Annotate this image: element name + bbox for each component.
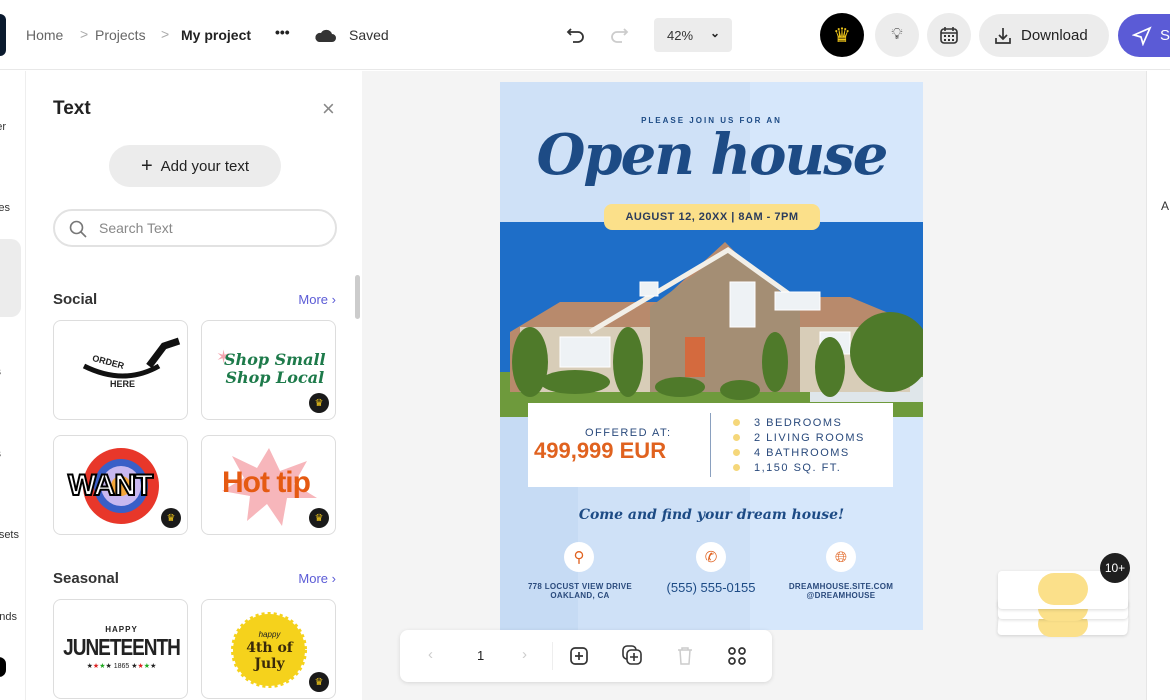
feature-item: 2 LIVING ROOMS (733, 431, 865, 446)
flyer-date-badge: AUGUST 12, 20XX | 8AM - 7PM (604, 204, 820, 230)
send-icon (1132, 25, 1152, 46)
lightbulb-icon: 💡︎ (891, 26, 903, 43)
juneteenth-stars: ★★★★ 1865 ★★★★ (86, 663, 157, 670)
zoom-value: 42% (667, 28, 694, 43)
house-photo (500, 222, 923, 417)
download-button[interactable]: Download (979, 14, 1109, 57)
download-icon (995, 27, 1011, 44)
section-title-social: Social (53, 291, 98, 308)
premium-badge: ♛ (309, 508, 329, 528)
left-rail: er es s s sets nds (0, 71, 26, 700)
breadcrumb-current: My project (181, 27, 252, 43)
rail-item[interactable]: er (0, 121, 6, 133)
more-social-link[interactable]: More › (298, 292, 336, 307)
download-label: Download (1021, 27, 1088, 44)
canvas-area: PLEASE JOIN US FOR AN Open house AUGUST … (362, 71, 1146, 700)
chevron-right-icon: > (80, 26, 89, 42)
juneteenth-happy: HAPPY (105, 625, 138, 634)
right-panel: A (1146, 71, 1170, 700)
premium-badge: ♛ (161, 508, 181, 528)
add-text-label: Add your text (160, 157, 250, 175)
section-title-seasonal: Seasonal (53, 570, 119, 587)
text-style-shop-small[interactable]: ✶ Shop Small Shop Local ♛ (201, 320, 336, 420)
bullet-icon (733, 449, 740, 456)
address: 778 LOCUST VIEW DRIVE OAKLAND, CA (527, 582, 633, 600)
undo-icon[interactable] (566, 26, 586, 44)
page-number: 1 (477, 648, 485, 663)
flyer-tagline: Come and find your dream house! (578, 507, 845, 523)
page-toolbar: ‹ 1 › (400, 630, 772, 682)
bullet-icon (733, 434, 740, 441)
text-style-juneteenth[interactable]: HAPPY JUNETEENTH ★★★★ 1865 ★★★★ (53, 599, 188, 699)
plus-icon: + (140, 154, 153, 177)
app-logo[interactable] (0, 14, 6, 56)
feature-item: 4 BATHROOMS (733, 446, 865, 461)
panel-title: Text (53, 98, 91, 119)
phone-number: (555) 555-0155 (666, 580, 756, 595)
ideas-button[interactable]: 💡︎ (875, 13, 919, 57)
share-label: S (1159, 27, 1170, 44)
details-box: OFFERED AT: 499,999 EUR 3 BEDROOMS 2 LIV… (528, 403, 893, 487)
crown-icon: ♛ (833, 24, 851, 47)
rail-item-text-active[interactable] (0, 239, 21, 317)
calendar-icon (940, 27, 958, 44)
chevron-down-icon: ⌄ (710, 26, 721, 40)
avatar[interactable] (0, 657, 6, 677)
rail-item[interactable]: s (0, 448, 1, 460)
text-style-hot-tip[interactable]: Hot tip ♛ (201, 435, 336, 535)
premium-button[interactable]: ♛ (820, 13, 864, 57)
price: 499,999 EUR (534, 438, 667, 463)
rail-item[interactable]: nds (0, 611, 17, 623)
close-icon[interactable]: × (322, 96, 335, 122)
right-panel-label: A (1161, 199, 1170, 213)
zoom-select[interactable]: 42% ⌄ (654, 18, 732, 52)
text-style-order-here[interactable]: ORDER HERE (53, 320, 188, 420)
share-button[interactable]: S (1118, 14, 1170, 57)
divider (710, 413, 711, 477)
grid-view-icon[interactable] (727, 646, 747, 666)
breadcrumb-projects[interactable]: Projects (95, 27, 146, 43)
flyer-title: Open house (536, 122, 889, 188)
rail-item[interactable]: sets (0, 529, 19, 541)
rail-item[interactable]: es (0, 202, 10, 214)
duplicate-page-icon[interactable] (621, 644, 643, 666)
text-panel: Text × + Add your text Search Text Socia… (26, 71, 362, 700)
add-page-icon[interactable] (569, 646, 589, 666)
bullet-icon (733, 464, 740, 471)
more-options-icon[interactable]: ••• (275, 24, 290, 40)
more-seasonal-link[interactable]: More › (298, 571, 336, 586)
top-bar: Home > Projects > My project ••• Saved 4… (0, 0, 1170, 70)
breadcrumb-home[interactable]: Home (26, 27, 63, 43)
flyer-page[interactable]: PLEASE JOIN US FOR AN Open house AUGUST … (500, 82, 923, 630)
feature-item: 1,150 SQ. FT. (733, 461, 865, 476)
website: DREAMHOUSE.SITE.COM @DREAMHOUSE (788, 582, 894, 600)
add-text-button[interactable]: + Add your text (109, 145, 281, 187)
search-input[interactable]: Search Text (53, 209, 337, 247)
premium-badge: ♛ (309, 393, 329, 413)
scrollbar[interactable] (355, 275, 360, 319)
globe-icon: 🌐︎ (826, 542, 856, 572)
save-status: Saved (349, 27, 389, 43)
cloud-icon (315, 29, 336, 42)
chevron-right-icon: > (161, 26, 170, 42)
next-page-icon[interactable]: › (522, 646, 527, 663)
location-pin-icon: ⚲ (564, 542, 594, 572)
search-placeholder: Search Text (99, 220, 173, 236)
bullet-icon (733, 419, 740, 426)
schedule-button[interactable] (927, 13, 971, 57)
trash-icon[interactable] (676, 646, 694, 666)
feature-item: 3 BEDROOMS (733, 416, 865, 431)
redo-icon[interactable] (609, 26, 629, 44)
text-style-4th-of-july[interactable]: happy 4th of July ♛ (201, 599, 336, 699)
premium-badge: ♛ (309, 672, 329, 692)
phone-icon: ✆ (696, 542, 726, 572)
layers-count-badge: 10+ (1100, 553, 1130, 583)
prev-page-icon[interactable]: ‹ (428, 646, 433, 663)
text-style-want[interactable]: WANT ♛ (53, 435, 188, 535)
layers-stack-button[interactable]: 10+ (997, 553, 1133, 651)
search-icon (69, 220, 87, 238)
rail-item[interactable]: s (0, 366, 1, 378)
